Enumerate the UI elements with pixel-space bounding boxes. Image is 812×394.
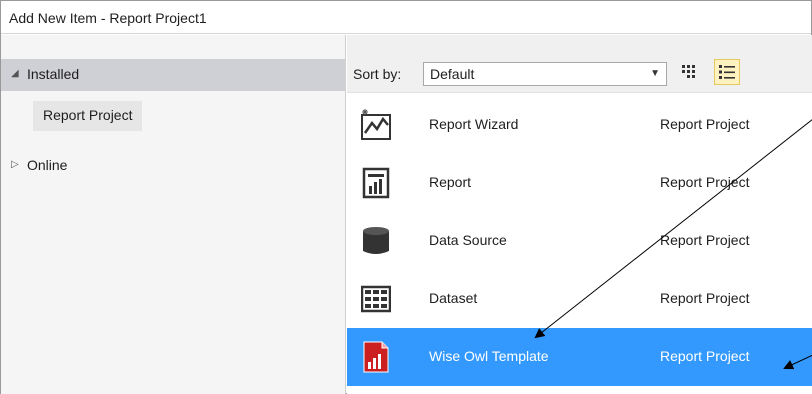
item-type: Report Project <box>660 174 750 190</box>
grid-view-icon <box>682 65 695 78</box>
item-type: Report Project <box>660 348 750 364</box>
list-item-wise-owl-template[interactable]: Wise Owl Template Report Project <box>347 328 812 386</box>
item-name: Dataset <box>429 290 478 306</box>
sort-by-value: Default <box>430 66 475 82</box>
chevron-down-icon: ▼ <box>650 68 660 79</box>
sort-by-dropdown[interactable]: Default ▼ <box>423 62 667 86</box>
expanded-triangle-icon[interactable]: ◢ <box>11 68 19 79</box>
add-new-item-dialog: Add New Item - Report Project1 ◢ Install… <box>0 0 812 394</box>
item-type: Report Project <box>660 232 750 248</box>
wise-owl-template-icon <box>363 341 389 373</box>
list-item-data-source[interactable]: Data Source Report Project <box>347 212 812 270</box>
item-name: Report Wizard <box>429 116 519 132</box>
title-bar: Add New Item - Report Project1 <box>1 1 811 34</box>
item-name: Report <box>429 174 472 190</box>
list-item-dataset[interactable]: Dataset Report Project <box>347 270 812 328</box>
details-view-button[interactable] <box>714 59 740 85</box>
tree-node-online-label: Online <box>27 157 68 173</box>
tree-node-online[interactable]: ▷ Online <box>1 150 345 182</box>
list-item-report[interactable]: Report Report Project <box>347 154 812 212</box>
window-title: Add New Item - Report Project1 <box>9 10 207 26</box>
tree-node-installed-label: Installed <box>27 66 80 82</box>
medium-icons-view-button[interactable] <box>676 59 702 85</box>
dataset-icon <box>361 285 391 313</box>
report-wizard-icon <box>361 109 391 140</box>
report-icon <box>362 167 390 199</box>
template-category-tree: ◢ Installed Report Project ▷ Online <box>1 35 346 394</box>
tree-node-report-project[interactable]: Report Project <box>33 101 143 131</box>
list-view-icon <box>719 65 735 79</box>
template-list-pane: Sort by: Default ▼ Report Wizard Report … <box>347 35 812 394</box>
sort-by-label: Sort by: <box>353 66 402 82</box>
item-name: Wise Owl Template <box>429 348 549 364</box>
collapsed-triangle-icon[interactable]: ▷ <box>11 159 19 170</box>
tree-node-installed[interactable]: ◢ Installed <box>1 59 345 91</box>
item-type: Report Project <box>660 290 750 306</box>
list-item-report-wizard[interactable]: Report Wizard Report Project <box>347 96 812 154</box>
data-source-icon <box>363 227 389 254</box>
item-type: Report Project <box>660 116 750 132</box>
list-toolbar: Sort by: Default ▼ <box>347 35 812 93</box>
item-name: Data Source <box>429 232 507 248</box>
